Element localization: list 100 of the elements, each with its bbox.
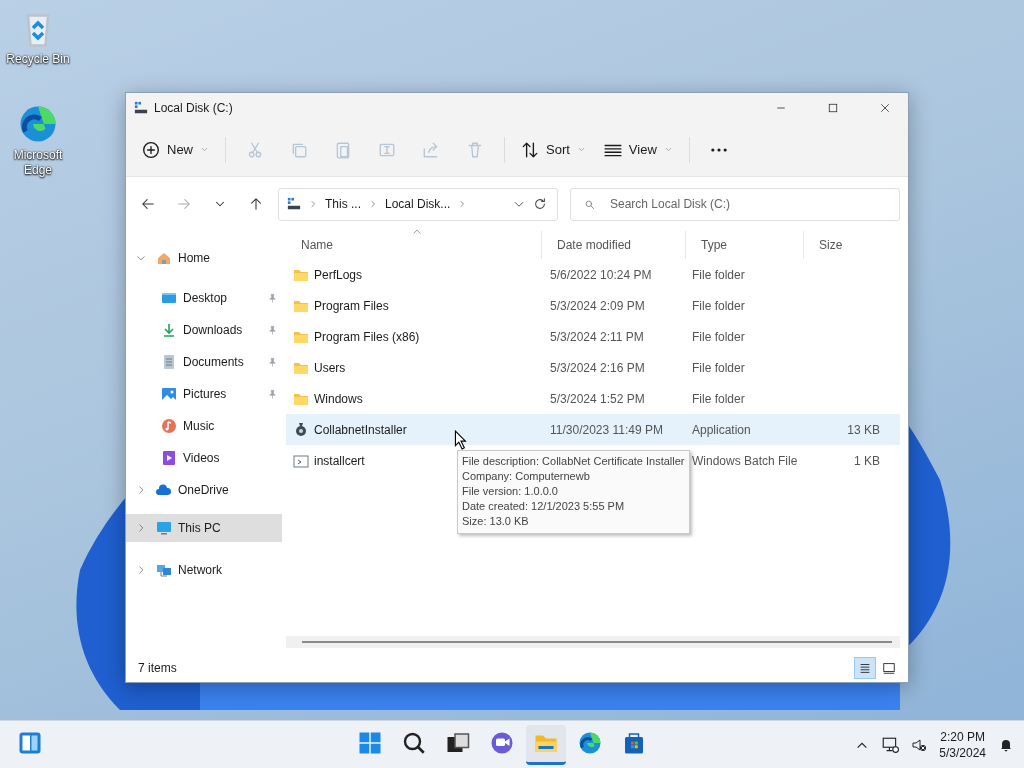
shortcut-label: Recycle Bin xyxy=(5,52,71,67)
date-cell: 5/3/2024 2:09 PM xyxy=(550,298,645,313)
horizontal-scrollbar[interactable] xyxy=(286,636,900,648)
monitor-icon xyxy=(161,290,177,306)
task-view-icon xyxy=(446,731,470,755)
search-field[interactable]: Search Local Disk (C:) xyxy=(570,187,900,221)
film-icon xyxy=(161,450,177,466)
sidebar-item[interactable]: Downloads xyxy=(126,314,286,346)
file-name: PerfLogs xyxy=(314,267,363,282)
scissors-icon xyxy=(246,140,264,159)
tooltip-text: Date created: 12/1/2023 5:55 PM xyxy=(462,499,626,514)
chevron-right-icon xyxy=(309,200,317,208)
network-computers-icon xyxy=(156,562,172,578)
sidebar-item[interactable]: Documents xyxy=(126,346,286,378)
plus-circle-icon xyxy=(142,140,160,159)
type-cell: File folder xyxy=(692,360,745,375)
sidebar-item[interactable]: OneDrive xyxy=(126,474,282,506)
house-icon xyxy=(156,250,172,266)
arrow-icon xyxy=(177,197,191,211)
chevron-right-icon xyxy=(458,200,467,208)
widgets-icon xyxy=(18,731,42,755)
preview-pane-icon xyxy=(882,661,896,675)
more-icon xyxy=(710,147,727,152)
file-name: Program Files xyxy=(314,298,389,313)
breadcrumb-item[interactable]: Local Disk... xyxy=(385,197,451,211)
clock[interactable]: 2:20 PM 5/3/2024 xyxy=(939,728,986,761)
search-icon xyxy=(584,198,595,210)
sidebar-item[interactable]: Desktop xyxy=(126,282,286,314)
clipboard-icon xyxy=(334,140,352,159)
sidebar-item[interactable]: Home xyxy=(126,242,282,274)
chat-bubble-icon xyxy=(490,731,514,755)
breadcrumb-item[interactable]: This ... xyxy=(325,197,361,211)
tooltip-text: File description: CollabNet Certificate Installer xyxy=(462,454,685,469)
file-name: Windows xyxy=(314,391,363,406)
sidebar-item[interactable]: This PC xyxy=(126,514,282,542)
share-icon xyxy=(422,140,440,159)
refresh-icon[interactable] xyxy=(533,197,547,211)
details-view-icon xyxy=(858,661,872,675)
date-cell: 5/3/2024 2:16 PM xyxy=(550,360,645,375)
drive-icon xyxy=(287,197,301,211)
window-title: Local Disk (C:) xyxy=(154,101,233,115)
download-arrow-icon xyxy=(161,322,177,338)
date-cell: 5/3/2024 1:52 PM xyxy=(550,391,645,406)
caret-icon xyxy=(663,145,673,154)
scrollbar-thumb[interactable] xyxy=(302,641,892,643)
tooltip-text: Company: Computernewb xyxy=(462,469,591,484)
store-bag-icon xyxy=(622,731,646,755)
address-bar[interactable]: This ... Local Disk... xyxy=(278,187,558,221)
column-header[interactable]: Size xyxy=(804,231,884,259)
chevron-right-icon[interactable] xyxy=(136,523,146,533)
chevron-down-icon[interactable] xyxy=(136,253,146,263)
type-cell: File folder xyxy=(692,391,745,406)
trash-icon xyxy=(466,140,484,159)
date-cell: 11/30/2023 11:49 PM xyxy=(550,422,663,437)
sidebar-item[interactable]: Network xyxy=(126,554,282,586)
sidebar-item[interactable]: Videos xyxy=(126,442,286,474)
size-cell: 1 KB xyxy=(854,453,880,468)
column-header[interactable]: Date modified xyxy=(542,231,686,259)
close-icon xyxy=(879,102,891,114)
shortcut-label: Microsoft Edge xyxy=(12,148,64,178)
search-icon xyxy=(402,731,426,755)
sort-caret-icon xyxy=(412,227,422,237)
edge-icon xyxy=(18,104,58,144)
type-cell: File folder xyxy=(692,298,745,313)
sidebar-item[interactable]: Pictures xyxy=(126,378,286,410)
file-name: Program Files (x86) xyxy=(314,329,420,344)
file-row[interactable]: CollabnetInstaller 11/30/2023 11:49 PM Application 13 KB xyxy=(286,414,900,445)
type-cell: Application xyxy=(692,422,751,437)
script-window-icon xyxy=(293,452,309,469)
new-button[interactable]: New xyxy=(136,133,215,166)
network-icon[interactable] xyxy=(881,735,900,754)
date-cell: 5/6/2022 10:24 PM xyxy=(550,267,652,282)
item-count: 7 items xyxy=(138,661,177,675)
tooltip-text: Size: 13.0 KB xyxy=(462,514,530,529)
file-name: CollabnetInstaller xyxy=(314,422,407,437)
sort-button[interactable]: Sort xyxy=(515,133,592,166)
chevron-right-icon[interactable] xyxy=(136,565,146,575)
drive-icon xyxy=(134,101,148,115)
sidebar-item[interactable]: Music xyxy=(126,410,286,442)
file-name: Users xyxy=(314,360,346,375)
type-cell: File folder xyxy=(692,267,745,282)
picture-icon xyxy=(161,386,177,402)
monitor-icon xyxy=(156,520,172,536)
file-name: installcert xyxy=(314,453,365,468)
tooltip-text: File version: 1.0.0.0 xyxy=(462,484,559,499)
column-header[interactable]: Name xyxy=(286,231,542,259)
chevron-right-icon xyxy=(369,200,377,208)
windows-logo-icon xyxy=(358,731,382,755)
view-button[interactable]: View xyxy=(597,133,679,166)
type-cell: File folder xyxy=(692,329,745,344)
column-header[interactable]: Type xyxy=(686,231,804,259)
speaker-muted-icon[interactable] xyxy=(911,736,928,753)
document-icon xyxy=(161,354,177,370)
arrow-icon xyxy=(141,197,155,211)
details-view-button[interactable] xyxy=(854,657,876,679)
chevron-right-icon[interactable] xyxy=(136,485,146,495)
type-cell: Windows Batch File xyxy=(692,453,798,468)
arrow-icon xyxy=(249,197,263,211)
caret-icon xyxy=(200,145,209,154)
caret-icon xyxy=(576,145,586,154)
